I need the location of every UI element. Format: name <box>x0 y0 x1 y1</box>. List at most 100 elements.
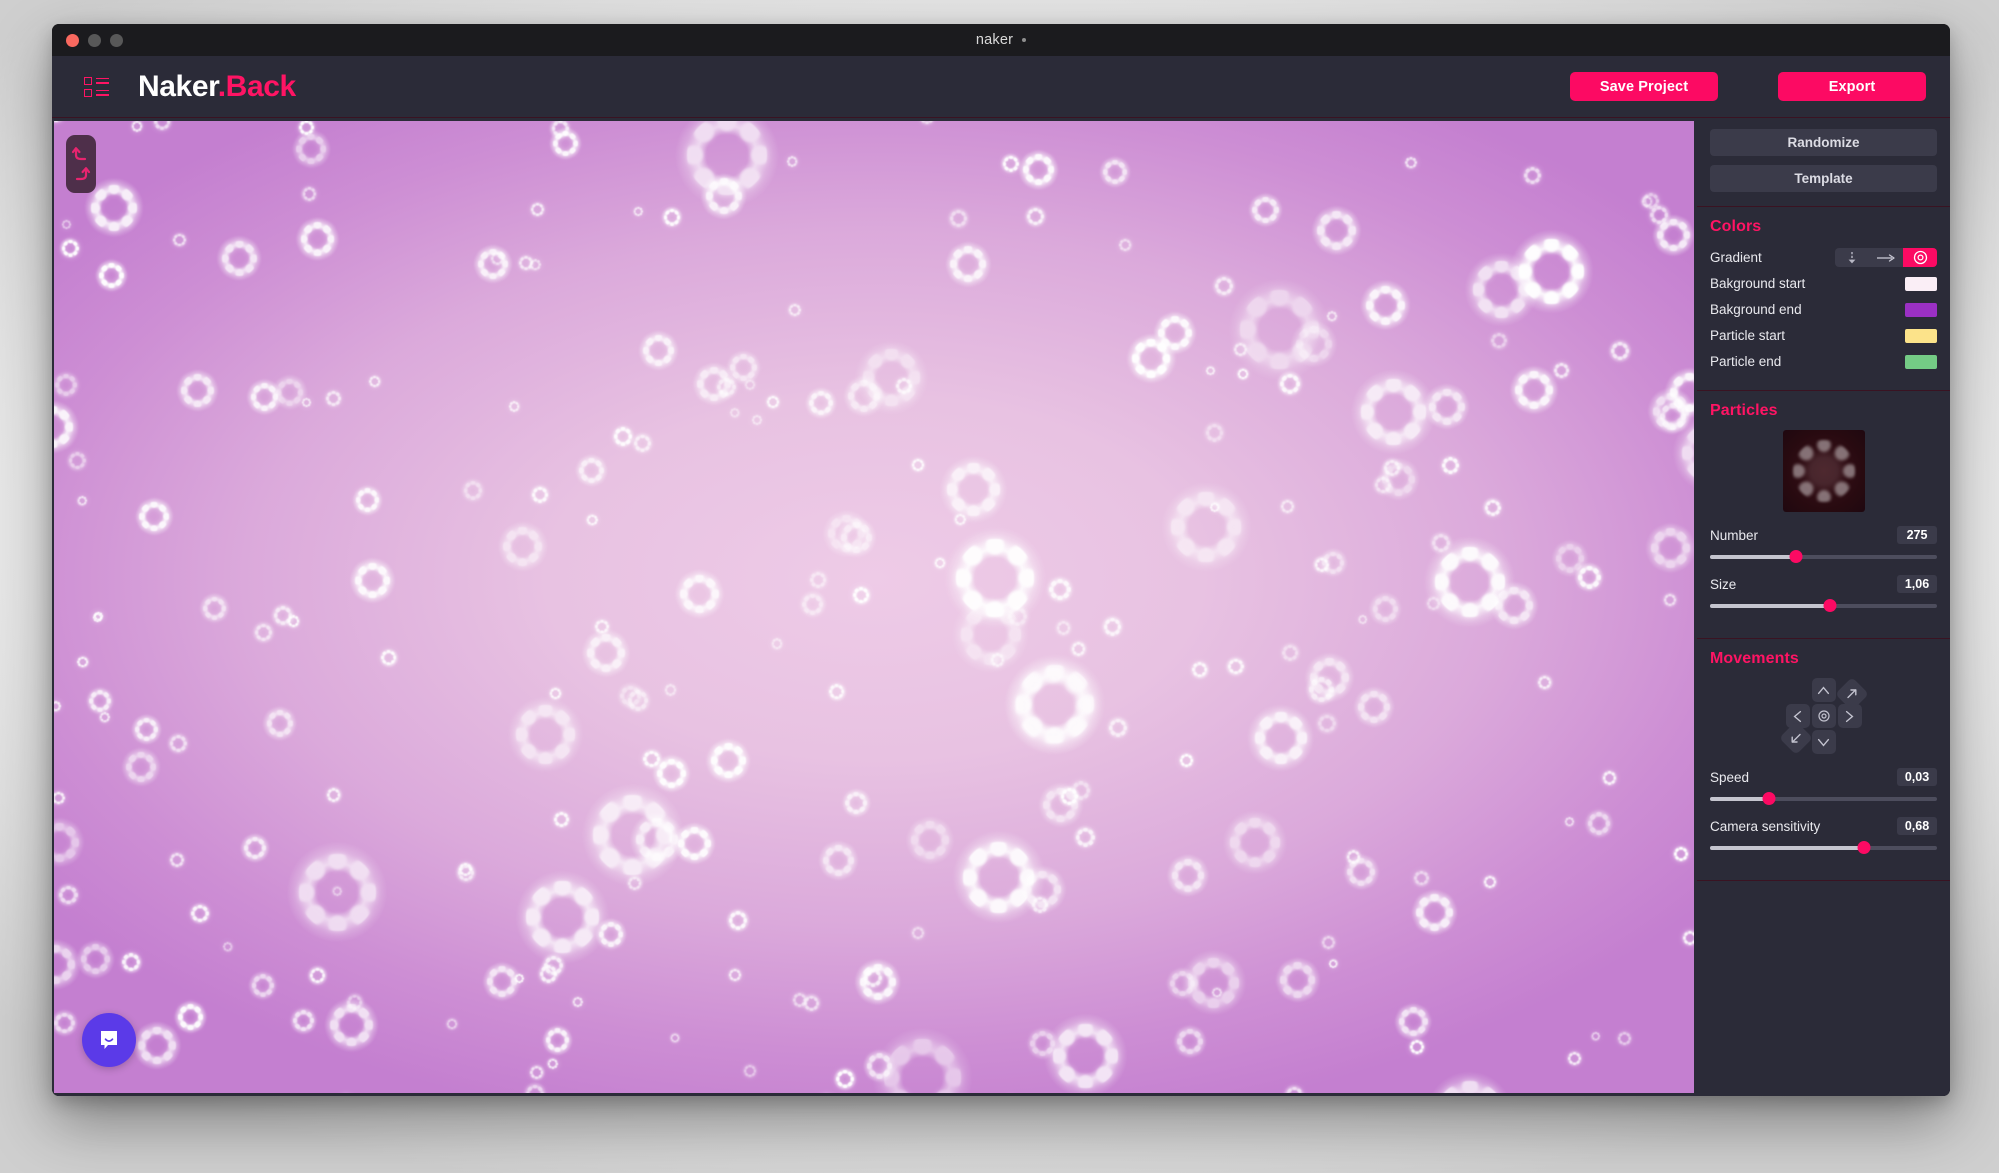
intercom-launcher-button[interactable] <box>82 1013 136 1067</box>
particle <box>1278 498 1296 516</box>
particle <box>240 833 270 863</box>
particle-shape-preview[interactable] <box>1782 430 1865 512</box>
redo-arrow-icon[interactable] <box>71 166 91 183</box>
particle <box>60 218 73 231</box>
particle-end-swatch[interactable] <box>1905 354 1937 369</box>
particle <box>528 200 547 219</box>
undo-arrow-icon[interactable] <box>71 146 91 163</box>
particle <box>910 456 927 473</box>
particle <box>1248 192 1283 228</box>
particle <box>1647 387 1694 436</box>
particle <box>918 121 936 126</box>
number-value[interactable]: 275 <box>1897 526 1937 544</box>
particle <box>1310 205 1363 257</box>
speed-slider[interactable] <box>1710 792 1937 806</box>
sidebar-empty-area <box>1697 881 1950 1096</box>
particle <box>59 237 82 260</box>
particle <box>1100 615 1125 639</box>
logo-main: Naker <box>138 69 218 103</box>
particle <box>807 569 829 591</box>
particle <box>933 556 948 570</box>
particle <box>632 205 645 218</box>
gradient-horizontal-button[interactable] <box>1869 248 1903 267</box>
particle <box>1327 958 1339 970</box>
particle <box>1222 809 1288 876</box>
randomize-button[interactable]: Randomize <box>1710 129 1937 156</box>
gradient-radial-button[interactable] <box>1903 248 1937 267</box>
particle <box>489 250 507 267</box>
particle <box>1069 640 1088 659</box>
particle <box>119 950 143 974</box>
particle <box>1057 785 1081 808</box>
particle <box>76 495 89 507</box>
particle <box>378 647 399 668</box>
particle <box>1166 853 1210 897</box>
colors-section: Colors Gradient Bakground start Bakgroun… <box>1697 207 1950 391</box>
particle <box>1173 1025 1207 1059</box>
number-slider[interactable] <box>1710 550 1937 564</box>
particle <box>1425 594 1442 612</box>
particle <box>55 882 81 908</box>
move-down-button[interactable] <box>1811 730 1836 754</box>
particle <box>1017 148 1060 191</box>
particle <box>1439 454 1462 477</box>
template-button[interactable]: Template <box>1710 165 1937 192</box>
particle <box>662 682 678 698</box>
gradient-vertical-button[interactable] <box>1835 248 1869 267</box>
particle-end-label: Particle end <box>1710 354 1782 369</box>
particle-canvas[interactable] <box>54 121 1694 1093</box>
save-project-button[interactable]: Save Project <box>1570 72 1718 101</box>
size-row: Size 1,06 <box>1710 575 1937 593</box>
size-slider[interactable] <box>1710 599 1937 613</box>
particle <box>1204 365 1216 377</box>
particle <box>246 378 283 416</box>
background-end-swatch[interactable] <box>1905 302 1937 317</box>
particle <box>54 699 63 713</box>
particle <box>349 557 396 605</box>
particle <box>1350 368 1437 455</box>
particle <box>546 1057 560 1071</box>
particle <box>497 520 549 572</box>
move-center-button[interactable] <box>1811 704 1836 728</box>
particle <box>1482 874 1498 890</box>
particle <box>528 1064 546 1082</box>
modified-indicator-icon <box>1022 37 1027 42</box>
canvas-area <box>52 118 1697 1096</box>
particle <box>66 449 89 473</box>
arrow-right-icon <box>1877 253 1895 262</box>
particle <box>324 389 344 409</box>
particle <box>661 206 683 229</box>
particle <box>1190 659 1210 680</box>
particle <box>1680 928 1694 948</box>
particle <box>1607 339 1632 363</box>
particles-section-title: Particles <box>1710 402 1778 419</box>
speed-value[interactable]: 0,03 <box>1897 768 1937 786</box>
particle <box>833 1067 857 1091</box>
particle <box>1315 711 1339 736</box>
background-start-swatch[interactable] <box>1905 276 1937 291</box>
particle <box>1026 1027 1060 1060</box>
particle-start-swatch[interactable] <box>1905 328 1937 343</box>
particle <box>841 788 871 818</box>
particle <box>1368 592 1403 627</box>
size-value[interactable]: 1,06 <box>1897 575 1937 593</box>
move-up-button[interactable] <box>1811 678 1836 702</box>
particle <box>669 1032 681 1044</box>
particle <box>221 940 234 953</box>
particle <box>1072 825 1098 850</box>
particle <box>1319 934 1337 951</box>
camera-sensitivity-value[interactable]: 0,68 <box>1897 817 1937 835</box>
sidebar-actions-section: Randomize Template <box>1697 118 1950 207</box>
move-right-button[interactable] <box>1837 704 1862 728</box>
camera-sensitivity-slider[interactable] <box>1710 841 1937 855</box>
export-button[interactable]: Export <box>1778 72 1926 101</box>
target-icon <box>1913 250 1927 265</box>
particle <box>482 961 523 1002</box>
list-menu-icon[interactable] <box>84 76 110 98</box>
particle <box>1005 604 1030 629</box>
particle <box>769 636 784 651</box>
particle <box>1644 522 1694 574</box>
particle <box>947 207 970 231</box>
particle <box>1325 309 1339 323</box>
particle <box>1211 274 1236 299</box>
